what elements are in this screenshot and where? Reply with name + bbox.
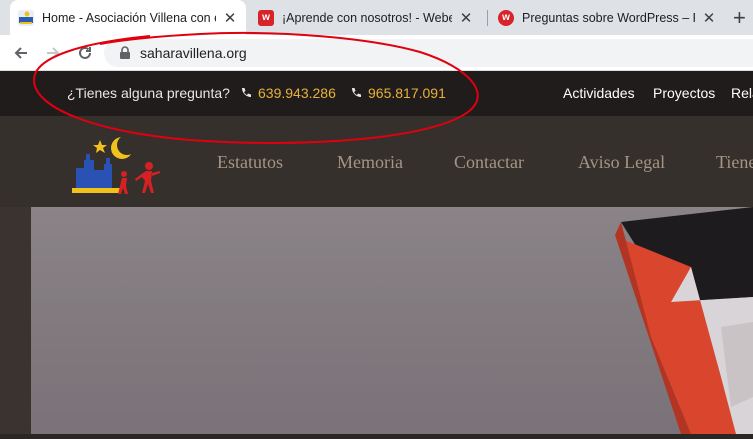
browser-tab-home[interactable]: Home - Asociación Villena con el ✕ — [10, 0, 246, 35]
reload-button[interactable] — [74, 42, 96, 64]
nav-contactar[interactable]: Contactar — [454, 152, 524, 173]
close-tab-icon[interactable]: ✕ — [701, 9, 717, 27]
browser-tab-strip: Home - Asociación Villena con el ✕ w ¡Ap… — [0, 0, 753, 35]
tab-divider — [487, 10, 488, 26]
phone-link-2[interactable]: 965.817.091 — [350, 85, 446, 101]
phone-icon — [242, 88, 251, 97]
back-arrow-icon — [14, 47, 27, 59]
forward-button[interactable] — [42, 42, 64, 64]
nav-memoria[interactable]: Memoria — [337, 152, 403, 173]
new-tab-button[interactable]: + — [733, 0, 746, 35]
nav-estatutos[interactable]: Estatutos — [217, 152, 283, 173]
close-tab-icon[interactable]: ✕ — [222, 9, 238, 27]
browser-toolbar: saharavillena.org — [0, 35, 753, 71]
browser-tab-webempresa[interactable]: w ¡Aprende con nosotros! - Weben ✕ — [250, 0, 482, 35]
close-tab-icon[interactable]: ✕ — [458, 9, 474, 27]
forward-arrow-icon — [47, 47, 60, 59]
phone-icon — [352, 88, 361, 97]
topbar-link-relaciones[interactable]: Rela — [731, 85, 753, 101]
site-main-nav: Estatutos Memoria Contactar Aviso Legal … — [0, 116, 753, 207]
url-text: saharavillena.org — [140, 45, 247, 61]
site-logo[interactable] — [70, 136, 162, 206]
site-favicon-icon — [18, 9, 34, 26]
question-text: ¿Tienes alguna pregunta? — [67, 85, 230, 101]
tab-title: Home - Asociación Villena con el — [42, 10, 216, 25]
flag-image — [615, 207, 753, 434]
address-bar[interactable]: saharavillena.org — [104, 39, 753, 67]
topbar-link-actividades[interactable]: Actividades — [563, 85, 635, 101]
reload-icon — [79, 46, 91, 59]
hero-section — [0, 207, 753, 434]
nav-tienes[interactable]: Tiene — [716, 152, 753, 173]
phone-number: 965.817.091 — [368, 85, 446, 101]
webempresa-favicon-icon: w — [258, 9, 274, 26]
tab-title: ¡Aprende con nosotros! - Weben — [282, 10, 452, 25]
phone-link-1[interactable]: 639.943.286 — [240, 85, 336, 101]
tab-title: Preguntas sobre WordPress – For — [522, 10, 695, 25]
nav-aviso-legal[interactable]: Aviso Legal — [578, 152, 665, 173]
back-button[interactable] — [10, 42, 32, 64]
topbar-link-proyectos[interactable]: Proyectos — [653, 85, 715, 101]
lock-icon — [120, 46, 130, 59]
phone-number: 639.943.286 — [258, 85, 336, 101]
hero-image — [31, 207, 753, 434]
webempresa-favicon-icon: w — [498, 9, 514, 26]
site-topbar: ¿Tienes alguna pregunta? 639.943.286 965… — [0, 71, 753, 116]
browser-tab-wordpress-forum[interactable]: w Preguntas sobre WordPress – For ✕ — [490, 0, 725, 35]
